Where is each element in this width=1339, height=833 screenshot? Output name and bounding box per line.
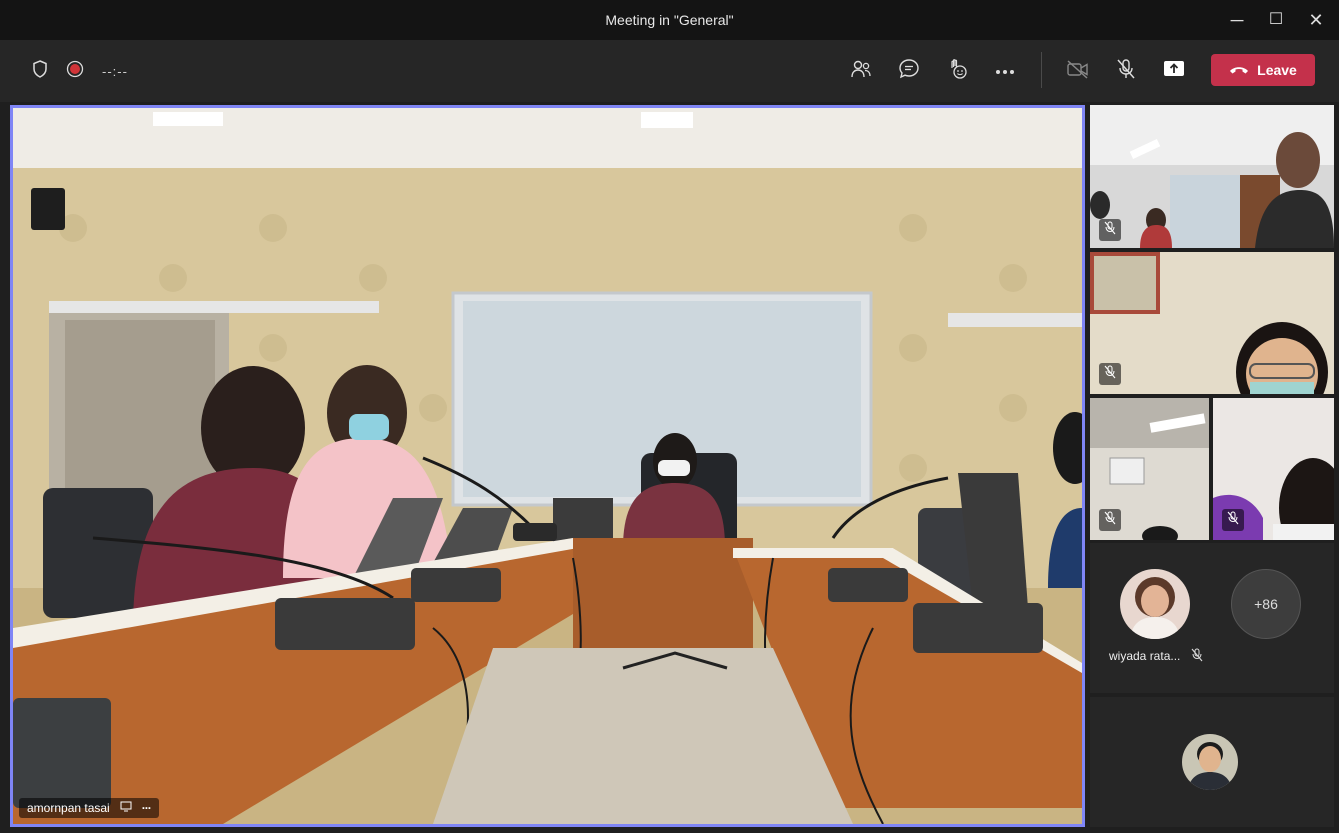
mic-off-icon: [1104, 511, 1116, 530]
participant-muted-indicator: [1222, 509, 1244, 531]
leave-button[interactable]: Leave: [1211, 54, 1315, 86]
record-icon[interactable]: [66, 60, 84, 83]
speaker-name-tag: amornpan tasai ···: [19, 798, 159, 818]
people-icon: [850, 59, 872, 84]
attendee-photo: [1120, 569, 1190, 639]
participant-muted-indicator: [1099, 509, 1121, 531]
chat-icon: [898, 58, 920, 85]
minimize-button[interactable]: ─: [1223, 8, 1251, 32]
meeting-toolbar: --:-- Leave: [0, 40, 1339, 102]
attendee-name: wiyada rata...: [1109, 649, 1181, 663]
camera-toggle-button[interactable]: [1063, 56, 1093, 86]
participant-video-tile[interactable]: [1213, 398, 1334, 540]
meeting-timer: --:--: [102, 64, 128, 79]
participant-video-tile[interactable]: [1090, 105, 1334, 248]
leave-label: Leave: [1257, 62, 1297, 78]
window-title: Meeting in "General": [605, 12, 734, 28]
main-video-feed[interactable]: amornpan tasai ···: [10, 105, 1085, 827]
chat-button[interactable]: [894, 56, 924, 86]
conference-room-scene: [13, 108, 1082, 824]
share-content-button[interactable]: [1159, 56, 1189, 86]
mic-toggle-button[interactable]: [1111, 56, 1141, 86]
mic-off-icon: [1191, 648, 1203, 667]
screen-share-icon: [120, 801, 132, 815]
participant-video-tile[interactable]: [1090, 252, 1334, 394]
camera-off-icon: [1066, 59, 1090, 84]
title-bar: Meeting in "General" ─ ☐ ✕: [0, 0, 1339, 40]
mic-off-icon: [1116, 58, 1136, 85]
participant-muted-indicator: [1099, 363, 1121, 385]
close-button[interactable]: ✕: [1302, 8, 1330, 32]
maximize-button[interactable]: ☐: [1262, 8, 1290, 32]
office-scene: [1090, 105, 1334, 248]
share-icon: [1163, 60, 1185, 83]
people-button[interactable]: [846, 56, 876, 86]
reactions-button[interactable]: [942, 56, 972, 86]
attendee-avatar-panel: wiyada rata... +86: [1090, 543, 1334, 693]
participant-video-tile[interactable]: [1090, 398, 1209, 540]
participant-muted-indicator: [1099, 219, 1121, 241]
overflow-participants-button[interactable]: +86: [1231, 569, 1301, 639]
mic-off-icon: [1227, 511, 1239, 530]
speaker-name: amornpan tasai: [27, 801, 110, 815]
phone-icon: [1229, 62, 1249, 78]
mic-off-icon: [1104, 365, 1116, 384]
mic-off-icon: [1104, 221, 1116, 240]
shield-icon[interactable]: [32, 60, 48, 83]
reactions-icon: [946, 58, 968, 85]
attendee-avatar[interactable]: [1120, 569, 1190, 639]
self-view-panel: [1090, 697, 1334, 827]
more-actions-button[interactable]: [990, 56, 1020, 86]
self-photo: [1182, 734, 1238, 790]
toolbar-divider: [1041, 52, 1042, 88]
home-office-scene: [1090, 252, 1334, 394]
speaker-more-button[interactable]: ···: [142, 801, 152, 815]
more-icon: [995, 62, 1015, 80]
self-avatar[interactable]: [1182, 734, 1238, 790]
